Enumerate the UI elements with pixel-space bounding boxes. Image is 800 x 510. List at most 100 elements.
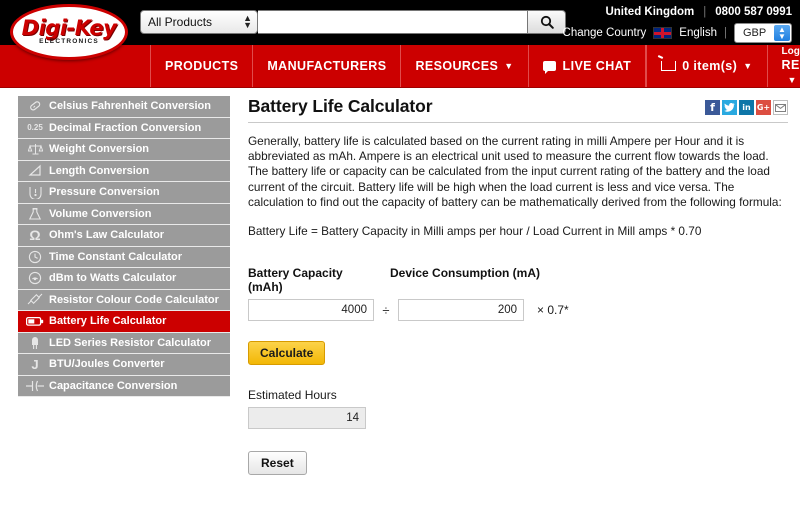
shopping-cart-icon: [661, 61, 676, 71]
chevron-down-icon: ▼: [743, 61, 752, 71]
login-register-button[interactable]: Login or REGISTER ▼: [767, 45, 800, 87]
clock-icon: [23, 250, 47, 264]
device-consumption-input[interactable]: [398, 299, 524, 321]
sidebar-item-celsius-fahrenheit-conversion[interactable]: Celsius Fahrenheit Conversion: [18, 96, 230, 118]
formula-text: Battery Life = Battery Capacity in Milli…: [248, 224, 788, 238]
factor-multiplier-label: × 0.7*: [537, 303, 569, 317]
currency-select[interactable]: GBP ▲▼: [734, 23, 792, 43]
form-inputs-row: ÷ × 0.7*: [248, 299, 788, 321]
chevron-down-icon: ▼: [504, 61, 513, 71]
pressure-gauge-icon: [23, 185, 47, 199]
sidebar-item-btu-joules-converter[interactable]: J BTU/Joules Converter: [18, 354, 230, 376]
email-icon[interactable]: [773, 100, 788, 115]
sidebar-item-label: BTU/Joules Converter: [47, 358, 165, 370]
search-input[interactable]: [258, 10, 528, 34]
sidebar-item-label: Weight Conversion: [47, 143, 149, 155]
joule-j-icon: J: [23, 357, 47, 372]
site-search: All Products ▲▼: [140, 10, 566, 34]
nav-label: RESOURCES: [415, 59, 498, 73]
estimated-hours-label: Estimated Hours: [248, 388, 788, 402]
header-separator: |: [703, 6, 706, 18]
sidebar-item-dbm-to-watts-calculator[interactable]: dBm to Watts Calculator: [18, 268, 230, 290]
title-row: Battery Life Calculator f in G+: [248, 96, 788, 123]
battery-capacity-input[interactable]: [248, 299, 374, 321]
sidebar-item-battery-life-calculator[interactable]: Battery Life Calculator: [18, 311, 230, 333]
signal-circle-icon: [23, 271, 47, 285]
calculate-button[interactable]: Calculate: [248, 341, 325, 365]
chevron-down-icon: ▼: [788, 75, 797, 85]
country-label: United Kingdom: [605, 6, 694, 18]
sidebar-item-time-constant-calculator[interactable]: Time Constant Calculator: [18, 247, 230, 269]
omega-icon: Ω: [23, 227, 47, 243]
currency-value: GBP: [743, 27, 766, 39]
battery-icon: [23, 316, 47, 327]
sidebar-item-resistor-colour-code-calculator[interactable]: Resistor Colour Code Calculator: [18, 290, 230, 312]
chat-bubble-icon: [543, 61, 556, 71]
nav-item-resources[interactable]: RESOURCES ▼: [401, 45, 528, 87]
form-labels-row: Battery Capacity (mAh) Device Consumptio…: [248, 266, 788, 294]
sidebar-item-label: Resistor Colour Code Calculator: [47, 294, 219, 306]
estimated-hours-output: [248, 407, 366, 429]
nav-label: MANUFACTURERS: [267, 59, 386, 73]
nav-right-group: 0 item(s) ▼ Login or REGISTER ▼: [646, 45, 800, 87]
led-icon: [23, 335, 47, 350]
resistor-icon: [23, 293, 47, 307]
triangle-ruler-icon: [23, 164, 47, 177]
sidebar-item-capacitance-conversion[interactable]: Capacitance Conversion: [18, 376, 230, 398]
change-country-link[interactable]: Change Country: [563, 27, 647, 39]
digikey-logo[interactable]: Digi-Key ELECTRONICS: [10, 4, 128, 60]
search-category-value: All Products: [148, 15, 212, 29]
sidebar-item-label: Capacitance Conversion: [47, 380, 177, 392]
nav-item-live-chat[interactable]: LIVE CHAT: [529, 45, 647, 87]
sidebar-item-label: dBm to Watts Calculator: [47, 272, 176, 284]
decimal-0.25-icon: 0.25: [23, 123, 47, 132]
googleplus-icon[interactable]: G+: [756, 100, 771, 115]
reset-button[interactable]: Reset: [248, 451, 307, 475]
logo-wordmark: Digi-Key: [10, 16, 128, 40]
language-label[interactable]: English: [679, 27, 717, 39]
search-button[interactable]: [528, 10, 566, 34]
sidebar-item-label: LED Series Resistor Calculator: [47, 337, 211, 349]
sidebar-item-weight-conversion[interactable]: Weight Conversion: [18, 139, 230, 161]
sidebar-item-led-series-resistor-calculator[interactable]: LED Series Resistor Calculator: [18, 333, 230, 355]
cart-button[interactable]: 0 item(s) ▼: [646, 45, 766, 87]
thermometer-icon: [23, 99, 47, 114]
uk-flag-icon: [653, 27, 672, 39]
sidebar-item-decimal-fraction-conversion[interactable]: 0.25 Decimal Fraction Conversion: [18, 118, 230, 140]
header-utility-area: United Kingdom | 0800 587 0991 Change Co…: [563, 3, 792, 44]
sidebar-item-pressure-conversion[interactable]: Pressure Conversion: [18, 182, 230, 204]
login-top-label: Login or: [782, 46, 800, 58]
battery-capacity-label: Battery Capacity (mAh): [248, 266, 374, 294]
chevron-updown-icon: ▲▼: [243, 15, 252, 29]
sidebar-item-label: Pressure Conversion: [47, 186, 160, 198]
nav-item-products[interactable]: PRODUCTS: [150, 45, 253, 87]
sidebar-item-label: Battery Life Calculator: [47, 315, 166, 327]
search-icon: [540, 15, 554, 29]
sidebar-item-label: Length Conversion: [47, 165, 149, 177]
twitter-icon[interactable]: [722, 100, 737, 115]
sidebar-item-ohms-law-calculator[interactable]: Ω Ohm's Law Calculator: [18, 225, 230, 247]
chevron-updown-icon: ▲▼: [774, 25, 790, 41]
sidebar-item-label: Ohm's Law Calculator: [47, 229, 164, 241]
sidebar-item-volume-conversion[interactable]: Volume Conversion: [18, 204, 230, 226]
main-content: Battery Life Calculator f in G+ Generall…: [230, 96, 800, 510]
search-category-select[interactable]: All Products ▲▼: [140, 10, 258, 34]
divide-operator-icon: ÷: [374, 303, 398, 318]
nav-label: PRODUCTS: [165, 59, 238, 73]
facebook-icon[interactable]: f: [705, 100, 720, 115]
page-title: Battery Life Calculator: [248, 96, 432, 117]
sidebar-item-label: Celsius Fahrenheit Conversion: [47, 100, 211, 112]
intro-paragraph: Generally, battery life is calculated ba…: [248, 134, 788, 210]
nav-item-manufacturers[interactable]: MANUFACTURERS: [253, 45, 401, 87]
register-text: REGISTER: [782, 58, 800, 72]
page-body: Celsius Fahrenheit Conversion 0.25 Decim…: [0, 88, 800, 510]
sidebar-item-length-conversion[interactable]: Length Conversion: [18, 161, 230, 183]
cart-count-label: 0 item(s): [682, 59, 737, 73]
logo-subtitle: ELECTRONICS: [10, 38, 128, 45]
linkedin-icon[interactable]: in: [739, 100, 754, 115]
nav-label: LIVE CHAT: [563, 59, 632, 73]
header-separator-2: |: [724, 27, 727, 39]
top-header-bar: Digi-Key ELECTRONICS All Products ▲▼ Uni…: [0, 0, 800, 45]
sidebar-item-label: Volume Conversion: [47, 208, 151, 220]
sidebar-item-label: Decimal Fraction Conversion: [47, 122, 201, 134]
